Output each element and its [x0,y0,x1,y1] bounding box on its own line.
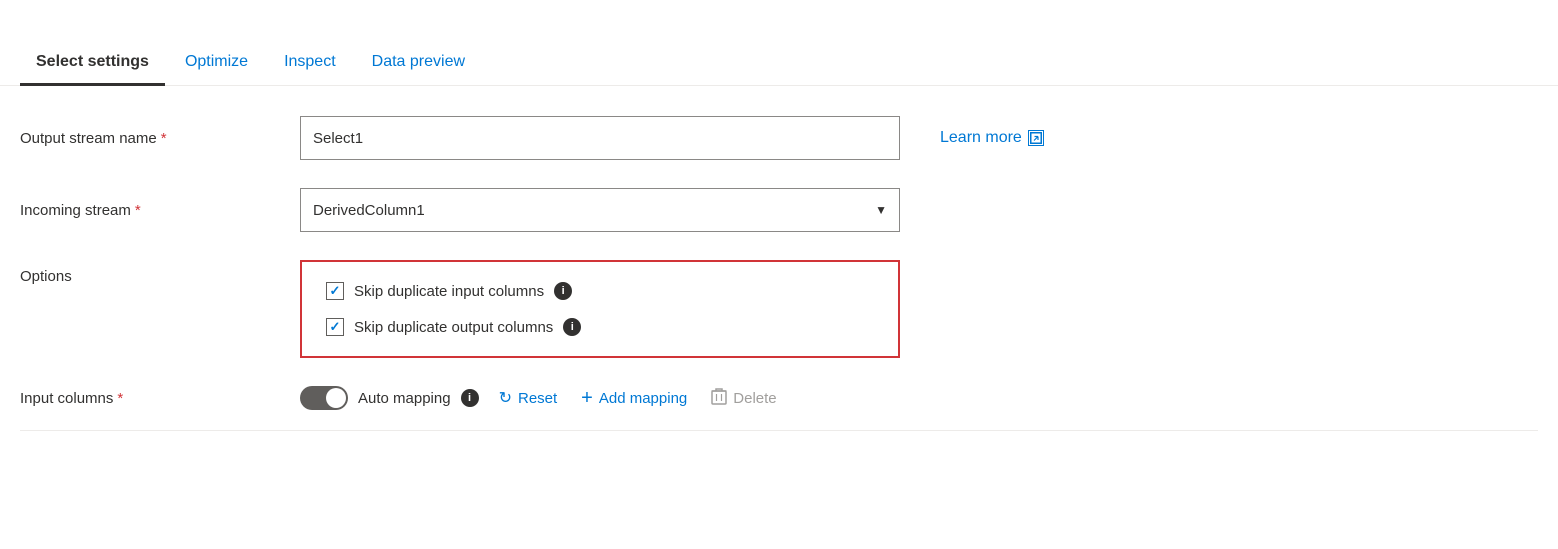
checkmark-output: ✓ [330,319,341,335]
required-star-incoming: * [135,202,141,219]
tab-inspect[interactable]: Inspect [268,41,352,86]
toggle-thumb [326,388,346,408]
skip-output-row: ✓ Skip duplicate output columns i [326,318,874,336]
toggle-container: Auto mapping i [300,386,479,410]
skip-input-label: Skip duplicate input columns [354,283,544,300]
auto-mapping-toggle[interactable] [300,386,348,410]
output-stream-name-label: Output stream name * [20,130,300,147]
required-star-output: * [161,130,167,147]
checkmark-input: ✓ [330,283,341,299]
delete-button[interactable]: Delete [711,387,776,410]
learn-more-link[interactable]: Learn more [940,129,1044,147]
skip-input-row: ✓ Skip duplicate input columns i [326,282,874,300]
skip-input-checkbox[interactable]: ✓ [326,282,344,300]
external-link-icon [1028,130,1044,146]
reset-icon: ↻ [499,388,512,408]
skip-input-info-icon[interactable]: i [554,282,572,300]
bottom-divider [20,430,1538,431]
required-star-input-columns: * [117,390,123,407]
skip-output-info-icon[interactable]: i [563,318,581,336]
action-buttons: ↻ Reset + Add mapping [499,387,777,410]
incoming-stream-dropdown[interactable]: DerivedColumn1 ▼ [300,188,900,232]
skip-output-label: Skip duplicate output columns [354,319,553,336]
output-stream-name-row: Output stream name * Learn more [20,116,1538,160]
dropdown-arrow-icon: ▼ [875,203,887,217]
output-stream-name-control: Learn more [300,116,1538,160]
skip-output-checkbox[interactable]: ✓ [326,318,344,336]
main-container: Select settings Optimize Inspect Data pr… [0,0,1558,549]
options-control: ✓ Skip duplicate input columns i ✓ Skip … [300,260,1538,358]
options-label: Options [20,260,300,285]
delete-icon [711,387,727,410]
input-columns-label: Input columns * [20,390,300,407]
tab-bar: Select settings Optimize Inspect Data pr… [0,0,1558,86]
options-row: Options ✓ Skip duplicate input columns i [20,260,1538,358]
add-icon: + [581,387,593,410]
tab-select-settings[interactable]: Select settings [20,41,165,86]
incoming-stream-row: Incoming stream * DerivedColumn1 ▼ [20,188,1538,232]
input-columns-row: Input columns * Auto mapping i ↻ Reset [20,386,1538,410]
input-columns-control: Auto mapping i ↻ Reset + Add mapping [300,386,1538,410]
tab-optimize[interactable]: Optimize [169,41,264,86]
add-mapping-button[interactable]: + Add mapping [581,387,687,410]
auto-mapping-label: Auto mapping [358,390,451,407]
reset-button[interactable]: ↻ Reset [499,388,558,408]
incoming-stream-control: DerivedColumn1 ▼ [300,188,1538,232]
options-box: ✓ Skip duplicate input columns i ✓ Skip … [300,260,900,358]
auto-mapping-info-icon[interactable]: i [461,389,479,407]
tab-data-preview[interactable]: Data preview [356,41,481,86]
content-area: Output stream name * Learn more [0,86,1558,461]
incoming-stream-label: Incoming stream * [20,202,300,219]
output-stream-name-input[interactable] [300,116,900,160]
